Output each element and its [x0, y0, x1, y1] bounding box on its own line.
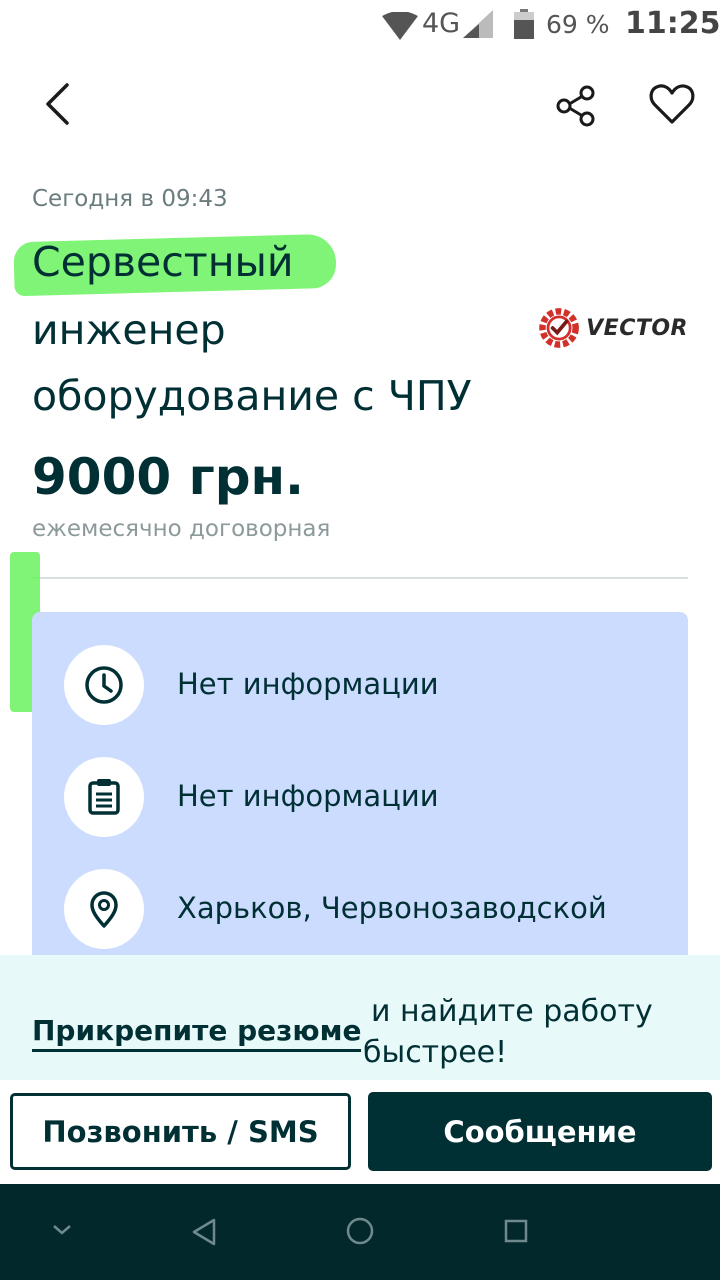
- clock-icon: [85, 666, 123, 704]
- favorite-button[interactable]: [644, 76, 700, 132]
- detail-icon-circle: [64, 757, 144, 837]
- share-icon: [556, 85, 595, 127]
- divider: [32, 577, 688, 579]
- attach-resume-link[interactable]: Прикрепите резюме: [32, 1014, 362, 1052]
- signal-icon: [463, 10, 493, 38]
- message-button[interactable]: Сообщение: [368, 1092, 712, 1171]
- details-card: Нет информации Нет информации Харьков, Ч…: [32, 612, 688, 979]
- status-bar: 4G 69 % 11:25: [0, 0, 720, 50]
- promo-text-line-2: быстрее!: [363, 1035, 508, 1070]
- ad-title-line-2: инженер: [32, 306, 226, 354]
- detail-text-1: Нет информации: [177, 667, 439, 701]
- location-pin-icon: [90, 891, 118, 928]
- company-logo: VECTOR: [536, 302, 688, 354]
- detail-icon-circle: [64, 869, 144, 949]
- promo-text-line-1: и найдите работу: [371, 994, 653, 1029]
- wifi-icon: [382, 12, 418, 40]
- heart-outline-icon: [649, 84, 695, 124]
- system-nav-bar: [0, 1184, 720, 1280]
- call-sms-button[interactable]: Позвонить / SMS: [10, 1093, 351, 1170]
- detail-icon-circle: [64, 645, 144, 725]
- detail-text-2: Нет информации: [177, 779, 439, 813]
- gear-check-icon: [539, 308, 579, 348]
- posted-date: Сегодня в 09:43: [32, 186, 228, 212]
- chevron-left-icon: [46, 83, 69, 125]
- back-button[interactable]: [30, 74, 86, 134]
- nav-home-icon[interactable]: [345, 1216, 375, 1246]
- detail-text-3: Харьков, Червонозаводской: [177, 891, 607, 925]
- ad-title-line-3: оборудование с ЧПУ: [32, 372, 472, 420]
- battery-percent: 69 %: [546, 10, 610, 39]
- share-button[interactable]: [548, 78, 604, 134]
- price-note: ежемесячно договорная: [32, 516, 331, 542]
- nav-back-icon[interactable]: [190, 1217, 220, 1247]
- clipboard-icon: [88, 779, 120, 815]
- battery-icon: [514, 9, 534, 39]
- chevron-down-icon[interactable]: [50, 1222, 74, 1238]
- clock-time: 11:25: [625, 6, 720, 41]
- nav-recents-icon[interactable]: [503, 1218, 529, 1244]
- price: 9000 грн.: [32, 448, 305, 506]
- network-type: 4G: [422, 8, 461, 39]
- logo-text: VECTOR: [586, 315, 688, 341]
- ad-title-line-1: Сервестный: [32, 238, 294, 286]
